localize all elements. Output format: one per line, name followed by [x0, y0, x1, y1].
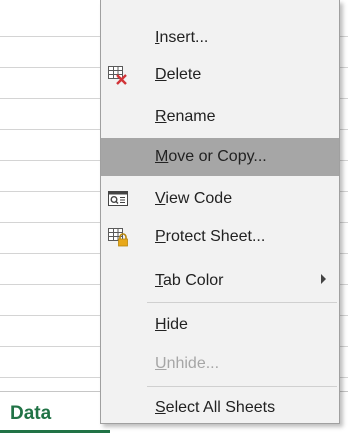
menu-item-view-code[interactable]: View Code [101, 180, 339, 218]
menu-item-insert[interactable]: Insert... [101, 19, 339, 57]
grid-line [0, 191, 115, 192]
menu-item-label: Move or Copy... [155, 148, 267, 165]
menu-item-label: Tab Color [155, 272, 224, 289]
grid-line [0, 315, 115, 316]
menu-item-tab-color[interactable]: Tab Color [101, 262, 339, 300]
menu-item-label: View Code [155, 190, 233, 207]
menu-item-move-or-copy[interactable]: Move or Copy... [101, 138, 339, 176]
grid-line [0, 98, 115, 99]
menu-item-label: Unhide... [155, 355, 220, 372]
menu-item-protect-sheet[interactable]: Protect Sheet... [101, 218, 339, 256]
grid-line [0, 67, 115, 68]
grid-line [0, 253, 115, 254]
grid-line [0, 377, 115, 378]
sheet-tab-context-menu: Insert... Delete Rename Move or Copy... [100, 0, 340, 424]
grid-line [0, 222, 115, 223]
menu-separator [147, 302, 337, 303]
menu-item-label: Hide [155, 316, 188, 333]
grid-line [0, 284, 115, 285]
active-tab-indicator [0, 430, 110, 433]
grid-line [0, 129, 115, 130]
menu-item-label: Delete [155, 66, 202, 83]
menu-item-unhide: Unhide... [101, 345, 339, 383]
view-code-icon [107, 189, 129, 209]
submenu-arrow-icon [321, 274, 326, 284]
menu-item-rename[interactable]: Rename [101, 98, 339, 136]
grid-line [0, 346, 115, 347]
menu-item-label: Rename [155, 108, 216, 125]
delete-sheet-icon [107, 65, 129, 85]
sheet-tab-data[interactable]: Data [10, 396, 70, 432]
grid-line [0, 160, 115, 161]
menu-item-label: Protect Sheet... [155, 228, 266, 245]
menu-item-label: Insert... [155, 29, 209, 46]
menu-separator [147, 386, 337, 387]
menu-item-hide[interactable]: Hide [101, 306, 339, 344]
menu-item-select-all-sheets[interactable]: Select All Sheets [101, 389, 339, 427]
menu-item-label: Select All Sheets [155, 399, 276, 416]
protect-sheet-icon [107, 227, 129, 247]
grid-line [0, 36, 115, 37]
menu-item-delete[interactable]: Delete [101, 56, 339, 94]
